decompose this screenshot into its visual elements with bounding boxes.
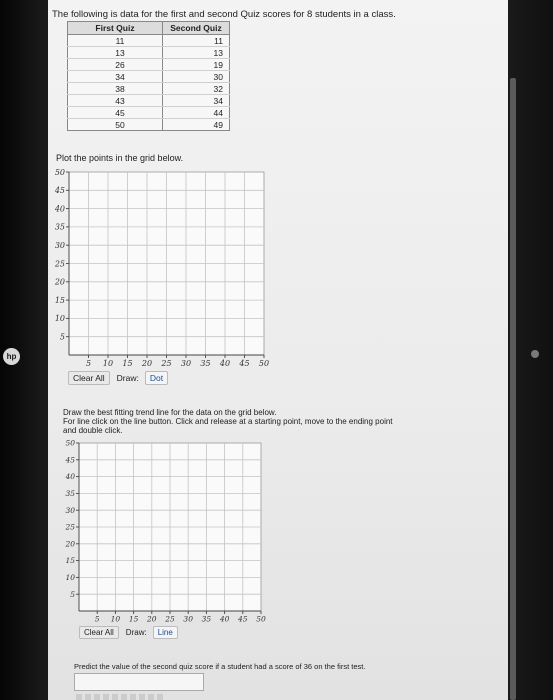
first-quiz-cell: 13 bbox=[67, 46, 163, 59]
header-first-quiz: First Quiz bbox=[67, 21, 163, 35]
x-tick-label: 30 bbox=[183, 615, 193, 624]
x-tick-label: 20 bbox=[146, 615, 157, 624]
first-quiz-cell: 38 bbox=[67, 82, 163, 95]
y-tick-label: 30 bbox=[55, 241, 65, 250]
trend-line-instructions: Draw the best fitting trend line for the… bbox=[63, 408, 483, 435]
y-tick-label: 5 bbox=[60, 333, 65, 342]
table-row: 26 19 bbox=[67, 58, 230, 71]
left-bezel: hp bbox=[0, 0, 48, 700]
first-quiz-cell: 11 bbox=[67, 34, 163, 47]
plot-grid-dot[interactable]: 50 45 40 35 30 25 20 15 10 5 5 10 15 20 25 30 35 40 45 50 bbox=[48, 164, 278, 379]
x-tick-label: 35 bbox=[202, 615, 212, 624]
camera-dot-icon bbox=[531, 350, 539, 358]
answer-input[interactable] bbox=[74, 673, 204, 691]
dot-mode-button[interactable]: Dot bbox=[144, 371, 169, 385]
y-tick-label: 45 bbox=[64, 455, 75, 464]
y-tick-label: 40 bbox=[54, 204, 65, 213]
x-tick-label: 25 bbox=[160, 359, 171, 368]
y-tick-label: 45 bbox=[54, 186, 65, 195]
x-tick-label: 25 bbox=[164, 615, 175, 624]
second-quiz-cell: 32 bbox=[162, 82, 230, 95]
first-quiz-cell: 43 bbox=[67, 94, 163, 107]
x-tick-label: 10 bbox=[111, 615, 121, 624]
y-tick-label: 10 bbox=[65, 573, 75, 582]
first-quiz-cell: 26 bbox=[67, 58, 163, 71]
x-tick-label: 45 bbox=[238, 359, 249, 368]
header-second-quiz: Second Quiz bbox=[162, 21, 230, 35]
y-tick-label: 15 bbox=[65, 556, 75, 565]
first-quiz-cell: 34 bbox=[67, 70, 163, 83]
x-tick-label: 40 bbox=[219, 615, 230, 624]
table-row: 38 32 bbox=[67, 82, 230, 95]
second-quiz-cell: 49 bbox=[162, 118, 230, 131]
y-tick-label: 50 bbox=[55, 168, 65, 177]
instruction-line: For line click on the line button. Click… bbox=[63, 417, 393, 426]
x-tick-label: 10 bbox=[103, 359, 113, 368]
quiz-data-table: First Quiz Second Quiz 11 11 13 13 26 19 34 30 3… bbox=[67, 21, 230, 131]
hp-logo-icon: hp bbox=[3, 348, 20, 365]
y-tick-label: 20 bbox=[64, 539, 75, 548]
line-mode-button[interactable]: Line bbox=[152, 626, 178, 639]
y-tick-label: 20 bbox=[54, 278, 65, 287]
first-quiz-cell: 50 bbox=[67, 118, 163, 131]
table-row: 45 44 bbox=[67, 106, 230, 119]
x-tick-label: 5 bbox=[86, 359, 91, 368]
draw-label: Draw: bbox=[125, 628, 147, 637]
y-tick-label: 40 bbox=[64, 472, 75, 481]
page-scrollbar[interactable] bbox=[510, 78, 516, 700]
x-tick-label: 40 bbox=[219, 359, 230, 368]
x-tick-label: 15 bbox=[129, 615, 139, 624]
table-row: 13 13 bbox=[67, 46, 230, 59]
y-tick-label: 30 bbox=[65, 506, 75, 515]
instruction-line: and double click. bbox=[63, 426, 123, 435]
plot-instruction: Plot the points in the grid below. bbox=[56, 153, 184, 163]
intro-text: The following is data for the first and … bbox=[52, 9, 396, 20]
table-row: 50 49 bbox=[67, 118, 230, 131]
y-tick-label: 35 bbox=[65, 489, 75, 498]
table-row: 11 11 bbox=[67, 34, 230, 47]
x-tick-label: 15 bbox=[122, 359, 132, 368]
y-tick-label: 50 bbox=[65, 439, 75, 448]
quiz-page: The following is data for the first and … bbox=[48, 0, 508, 700]
draw-label: Draw: bbox=[116, 373, 139, 383]
second-quiz-cell: 44 bbox=[162, 106, 230, 119]
second-quiz-cell: 13 bbox=[162, 46, 230, 59]
prediction-question: Predict the value of the second quiz sco… bbox=[74, 662, 366, 671]
plot1-toolbar: Clear All Draw: Dot bbox=[68, 371, 169, 385]
second-quiz-cell: 30 bbox=[162, 70, 230, 83]
x-tick-label: 30 bbox=[181, 359, 191, 368]
x-tick-label: 5 bbox=[95, 615, 100, 624]
clear-all-button[interactable]: Clear All bbox=[79, 626, 119, 639]
y-tick-label: 25 bbox=[64, 523, 75, 532]
x-tick-label: 20 bbox=[141, 359, 152, 368]
x-tick-label: 45 bbox=[237, 615, 248, 624]
plot-grid-line[interactable]: 50 45 40 35 30 25 20 15 10 5 5 10 15 20 25 30 35 40 45 50 bbox=[48, 436, 278, 626]
second-quiz-cell: 19 bbox=[162, 58, 230, 71]
y-tick-label: 35 bbox=[55, 223, 65, 232]
clear-all-button[interactable]: Clear All bbox=[68, 371, 110, 385]
y-tick-label: 15 bbox=[55, 296, 65, 305]
second-quiz-cell: 11 bbox=[162, 34, 230, 47]
second-quiz-cell: 34 bbox=[162, 94, 230, 107]
table-row: 34 30 bbox=[67, 70, 230, 83]
x-tick-label: 50 bbox=[259, 359, 269, 368]
cutoff-content bbox=[76, 694, 166, 700]
x-tick-label: 35 bbox=[200, 359, 210, 368]
instruction-line: Draw the best fitting trend line for the… bbox=[63, 408, 277, 417]
x-tick-label: 50 bbox=[256, 615, 266, 624]
table-row: 43 34 bbox=[67, 94, 230, 107]
quiz-table-body: 11 11 13 13 26 19 34 30 38 32 43 34 45 44 50 49 bbox=[67, 34, 230, 131]
y-tick-label: 5 bbox=[70, 590, 75, 599]
y-tick-label: 10 bbox=[55, 314, 65, 323]
first-quiz-cell: 45 bbox=[67, 106, 163, 119]
plot2-toolbar: Clear All Draw: Line bbox=[79, 626, 178, 639]
y-tick-label: 25 bbox=[54, 259, 65, 268]
